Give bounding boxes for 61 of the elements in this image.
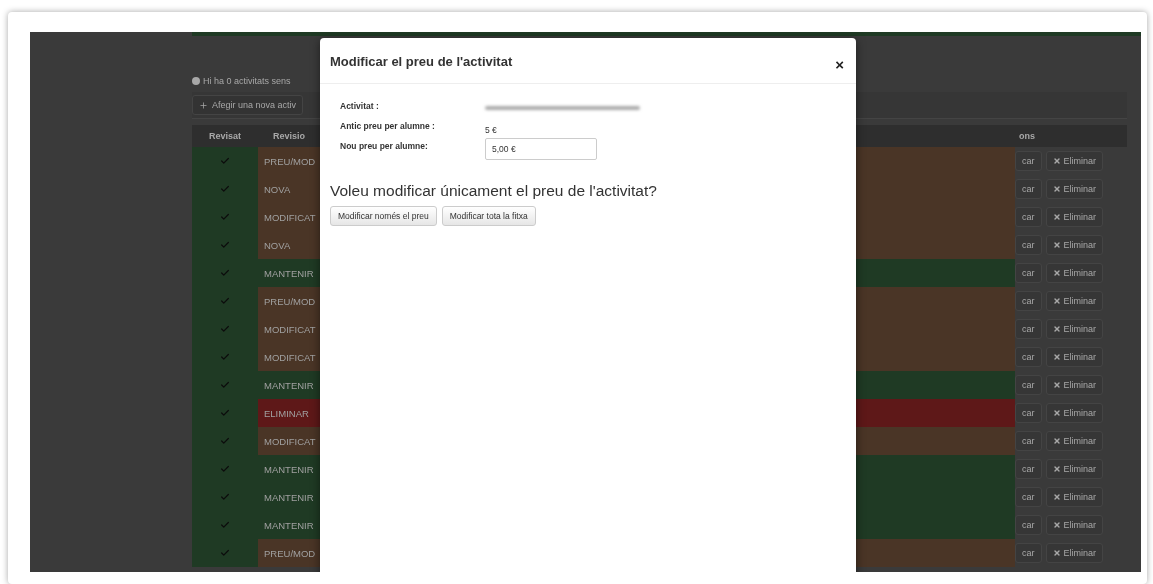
delete-button[interactable]: Eliminar xyxy=(1045,431,1104,451)
delete-button[interactable]: Eliminar xyxy=(1045,403,1104,423)
close-icon xyxy=(1052,381,1061,389)
column-header: Revisat xyxy=(192,125,258,147)
delete-button[interactable]: Eliminar xyxy=(1045,235,1104,255)
action-button[interactable]: Modificar només el preu xyxy=(330,206,437,226)
close-icon xyxy=(1052,353,1061,361)
close-icon xyxy=(1052,521,1061,529)
delete-button[interactable]: Eliminar xyxy=(1045,291,1104,311)
close-icon xyxy=(1052,409,1061,417)
plus-icon xyxy=(199,100,208,110)
delete-button[interactable]: Eliminar xyxy=(1045,179,1104,199)
action-button[interactable]: Modificar tota la fitxa xyxy=(441,206,536,226)
edit-button[interactable]: car xyxy=(1015,543,1042,563)
edit-button[interactable]: car xyxy=(1015,151,1042,171)
edit-button[interactable]: car xyxy=(1015,459,1042,479)
close-icon xyxy=(1052,213,1061,221)
close-icon xyxy=(1052,269,1061,277)
delete-button[interactable]: Eliminar xyxy=(1045,207,1104,227)
edit-button[interactable]: car xyxy=(1015,179,1042,199)
delete-button[interactable]: Eliminar xyxy=(1045,319,1104,339)
delete-button[interactable]: Eliminar xyxy=(1045,151,1104,171)
edit-button[interactable]: car xyxy=(1015,207,1042,227)
field-value: 5 € xyxy=(485,125,497,135)
modal-title: Modificar el preu de l'activitat xyxy=(330,54,513,69)
close-icon xyxy=(1052,297,1061,305)
close-icon xyxy=(1052,465,1061,473)
question-text: Voleu modificar únicament el preu de l'activitat? xyxy=(330,182,658,200)
column-header: ons xyxy=(1015,125,1127,147)
notice-text: Hi ha 0 activitats sens xyxy=(203,76,291,86)
edit-button[interactable]: car xyxy=(1015,431,1042,451)
field-label: Antic preu per alumne : xyxy=(339,120,436,131)
delete-button[interactable]: Eliminar xyxy=(1045,515,1104,535)
delete-button[interactable]: Eliminar xyxy=(1045,459,1104,479)
close-button[interactable]: × xyxy=(835,56,844,73)
edit-button[interactable]: car xyxy=(1015,319,1042,339)
edit-button[interactable]: car xyxy=(1015,403,1042,423)
price-input[interactable]: 5,00 € xyxy=(485,138,597,160)
delete-button[interactable]: Eliminar xyxy=(1045,543,1104,563)
close-icon xyxy=(1052,185,1061,193)
delete-button[interactable]: Eliminar xyxy=(1045,347,1104,367)
column-header: Revisio xyxy=(258,125,320,147)
edit-button[interactable]: car xyxy=(1015,347,1042,367)
edit-button[interactable]: car xyxy=(1015,487,1042,507)
edit-button[interactable]: car xyxy=(1015,263,1042,283)
close-icon xyxy=(1052,325,1061,333)
delete-button[interactable]: Eliminar xyxy=(1045,487,1104,507)
close-icon xyxy=(1052,549,1061,557)
info-icon xyxy=(192,77,200,85)
edit-button[interactable]: car xyxy=(1015,291,1042,311)
delete-button[interactable]: Eliminar xyxy=(1045,263,1104,283)
add-button[interactable]: Afegir una nova activ xyxy=(192,95,304,115)
close-icon xyxy=(1052,157,1061,165)
close-icon xyxy=(1052,493,1061,501)
edit-button[interactable]: car xyxy=(1015,375,1042,395)
delete-button[interactable]: Eliminar xyxy=(1045,375,1104,395)
close-icon xyxy=(1052,437,1061,445)
edit-button[interactable]: car xyxy=(1015,515,1042,535)
edit-button[interactable]: car xyxy=(1015,235,1042,255)
close-icon xyxy=(1052,241,1061,249)
field-label: Activitat : xyxy=(339,100,380,111)
